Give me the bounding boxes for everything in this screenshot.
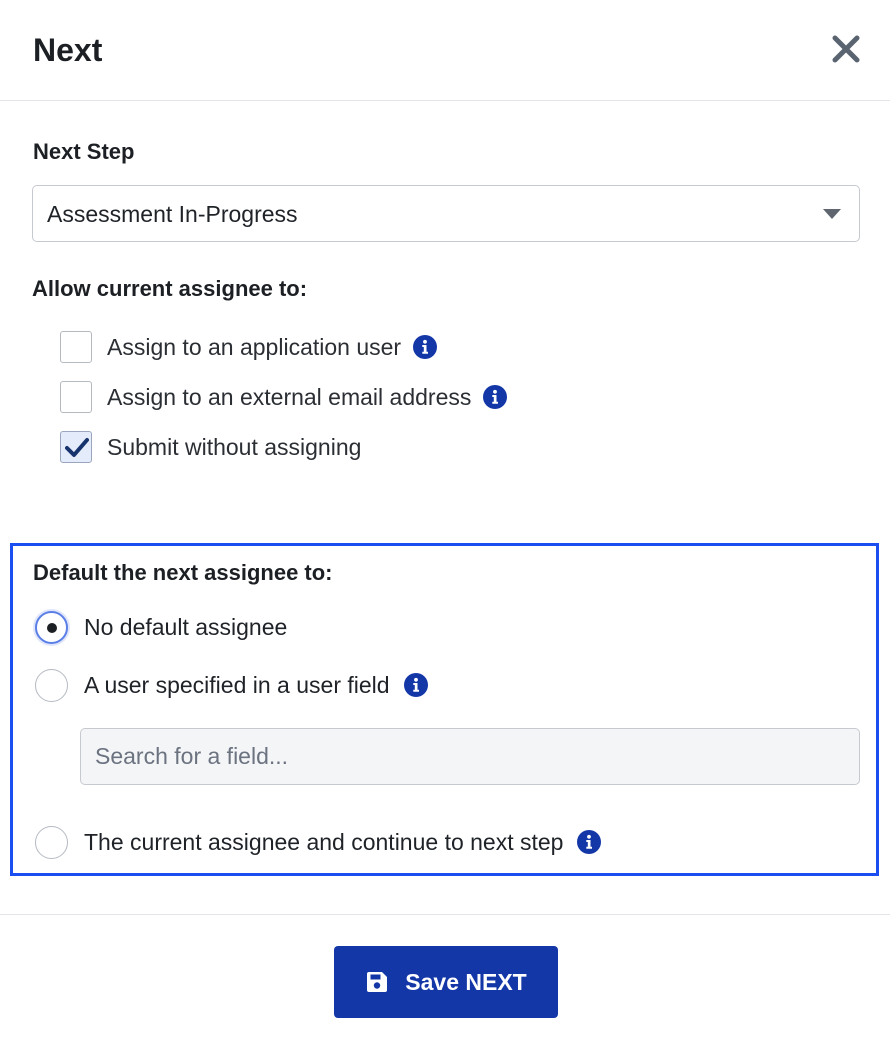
next-step-label: Next Step	[33, 139, 135, 164]
radio-label: A user specified in a user field	[84, 672, 390, 698]
allow-label: Allow current assignee to:	[32, 276, 308, 301]
option-label: Assign to an external email address	[107, 384, 472, 410]
radio-current-assignee[interactable]	[35, 825, 68, 859]
close-icon	[832, 35, 860, 63]
radio-label: The current assignee and continue to nex…	[84, 829, 564, 855]
next-step-value: Assessment In-Progress	[47, 201, 298, 227]
allow-option-submit-without-assigning: Submit without assigning	[60, 430, 361, 464]
close-button[interactable]	[828, 31, 864, 67]
radio-user-field[interactable]	[35, 668, 68, 702]
checkmark-icon	[65, 438, 89, 457]
save-next-button[interactable]: Save NEXT	[334, 946, 558, 1018]
checkbox-submit-without-assigning[interactable]	[60, 431, 92, 463]
next-dialog: Next Next Step Assessment In-Progress Al…	[0, 0, 890, 1042]
option-label: Submit without assigning	[107, 434, 362, 460]
info-icon[interactable]	[483, 385, 508, 409]
default-assignee-label: Default the next assignee to:	[33, 560, 333, 585]
checkbox-application-user[interactable]	[60, 331, 92, 363]
field-search-input[interactable]	[80, 728, 860, 785]
caret-down-icon	[823, 209, 841, 219]
info-icon[interactable]	[413, 335, 438, 359]
dialog-header: Next	[0, 0, 890, 101]
dialog-title: Next	[33, 32, 103, 68]
radio-option-current-assignee: The current assignee and continue to nex…	[35, 825, 602, 859]
allow-option-external-email: Assign to an external email address	[60, 380, 508, 414]
save-button-label: Save NEXT	[405, 968, 527, 995]
radio-option-no-default: No default assignee	[35, 610, 287, 644]
info-icon[interactable]	[403, 673, 428, 697]
info-icon[interactable]	[577, 830, 602, 854]
radio-option-user-field: A user specified in a user field	[35, 668, 428, 702]
option-label: Assign to an application user	[107, 334, 402, 360]
next-step-select[interactable]: Assessment In-Progress	[32, 185, 860, 242]
radio-no-default[interactable]	[35, 610, 68, 644]
radio-label: No default assignee	[84, 614, 288, 640]
floppy-disk-icon	[367, 972, 388, 992]
allow-option-application-user: Assign to an application user	[60, 330, 438, 364]
checkbox-external-email[interactable]	[60, 381, 92, 413]
footer-divider	[0, 914, 890, 915]
